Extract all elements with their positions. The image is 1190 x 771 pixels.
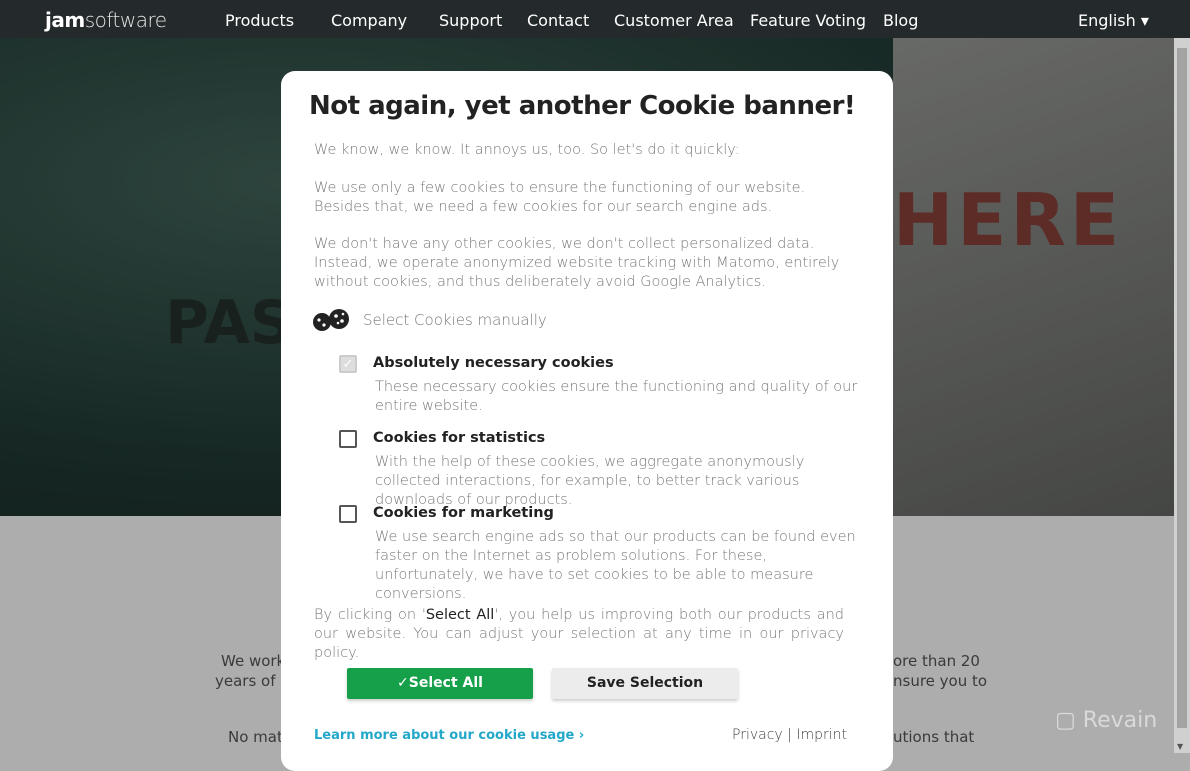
select-all-button[interactable]: ✓Select All <box>347 668 533 699</box>
watermark-text: Revain <box>1082 708 1158 733</box>
consent-pre: By clicking on ' <box>314 607 426 623</box>
nav-customer-area[interactable]: Customer Area <box>614 11 734 30</box>
scrollbar[interactable]: ▼ <box>1174 38 1190 753</box>
logo-light: software <box>84 8 167 32</box>
intro-text: We know, we know. It annoys us, too. So … <box>314 142 740 158</box>
separator: | <box>787 727 792 743</box>
nav-products[interactable]: Products <box>225 11 294 30</box>
consent-text: By clicking on 'Select All', you help us… <box>314 606 844 663</box>
option-description: These necessary cookies ensure the funct… <box>375 379 858 414</box>
necessary-checkbox[interactable]: ✓ <box>339 355 357 373</box>
save-selection-button[interactable]: Save Selection <box>552 668 738 699</box>
paragraph-1: We use only a few cookies to ensure the … <box>314 180 806 215</box>
bg-text: ore than 20 <box>893 652 980 670</box>
imprint-link[interactable]: Imprint <box>796 727 847 743</box>
option-label: Absolutely necessary cookies <box>373 355 614 371</box>
option-description: With the help of these cookies, we aggre… <box>375 454 805 508</box>
marketing-checkbox[interactable] <box>339 505 357 523</box>
select-manually-toggle[interactable]: Select Cookies manually <box>311 308 547 332</box>
nav-company[interactable]: Company <box>331 11 407 30</box>
bg-text: nsure you to <box>893 672 988 690</box>
statistics-checkbox[interactable] <box>339 430 357 448</box>
bg-text: We work <box>221 652 286 670</box>
select-manually-label: Select Cookies manually <box>363 311 547 329</box>
nav-contact[interactable]: Contact <box>527 11 589 30</box>
footer-links: Privacy | Imprint <box>732 727 847 743</box>
option-description: We use search engine ads so that our pro… <box>375 529 856 602</box>
logo-bold: jam <box>45 8 85 32</box>
dialog-title: Not again, yet another Cookie banner! <box>309 91 856 121</box>
privacy-link[interactable]: Privacy <box>732 727 783 743</box>
consent-bold: Select All <box>425 607 495 623</box>
scroll-down-arrow-icon[interactable]: ▼ <box>1177 742 1183 751</box>
bg-text: utions that <box>893 728 975 746</box>
nav-support[interactable]: Support <box>439 11 502 30</box>
paragraph-2: We don't have any other cookies, we don'… <box>314 236 840 290</box>
bg-text: No matt <box>228 728 289 746</box>
language-selector[interactable]: English ▾ <box>1078 11 1149 30</box>
option-label: Cookies for marketing <box>373 505 554 521</box>
revain-watermark: ▢ Revain <box>1055 708 1158 733</box>
learn-more-link[interactable]: Learn more about our cookie usage › <box>314 728 584 743</box>
jamsoftware-logo[interactable]: jamsoftware <box>45 8 167 32</box>
bg-text: years of e <box>215 672 290 690</box>
scrollbar-thumb[interactable] <box>1177 48 1187 728</box>
cookie-dialog: Not again, yet another Cookie banner! We… <box>281 71 893 771</box>
option-label: Cookies for statistics <box>373 430 546 446</box>
nav-blog[interactable]: Blog <box>883 11 918 30</box>
cookies-icon <box>313 309 349 331</box>
nav-feature-voting[interactable]: Feature Voting <box>750 11 866 30</box>
top-navigation: jamsoftware Products Company Support Con… <box>0 0 1190 38</box>
